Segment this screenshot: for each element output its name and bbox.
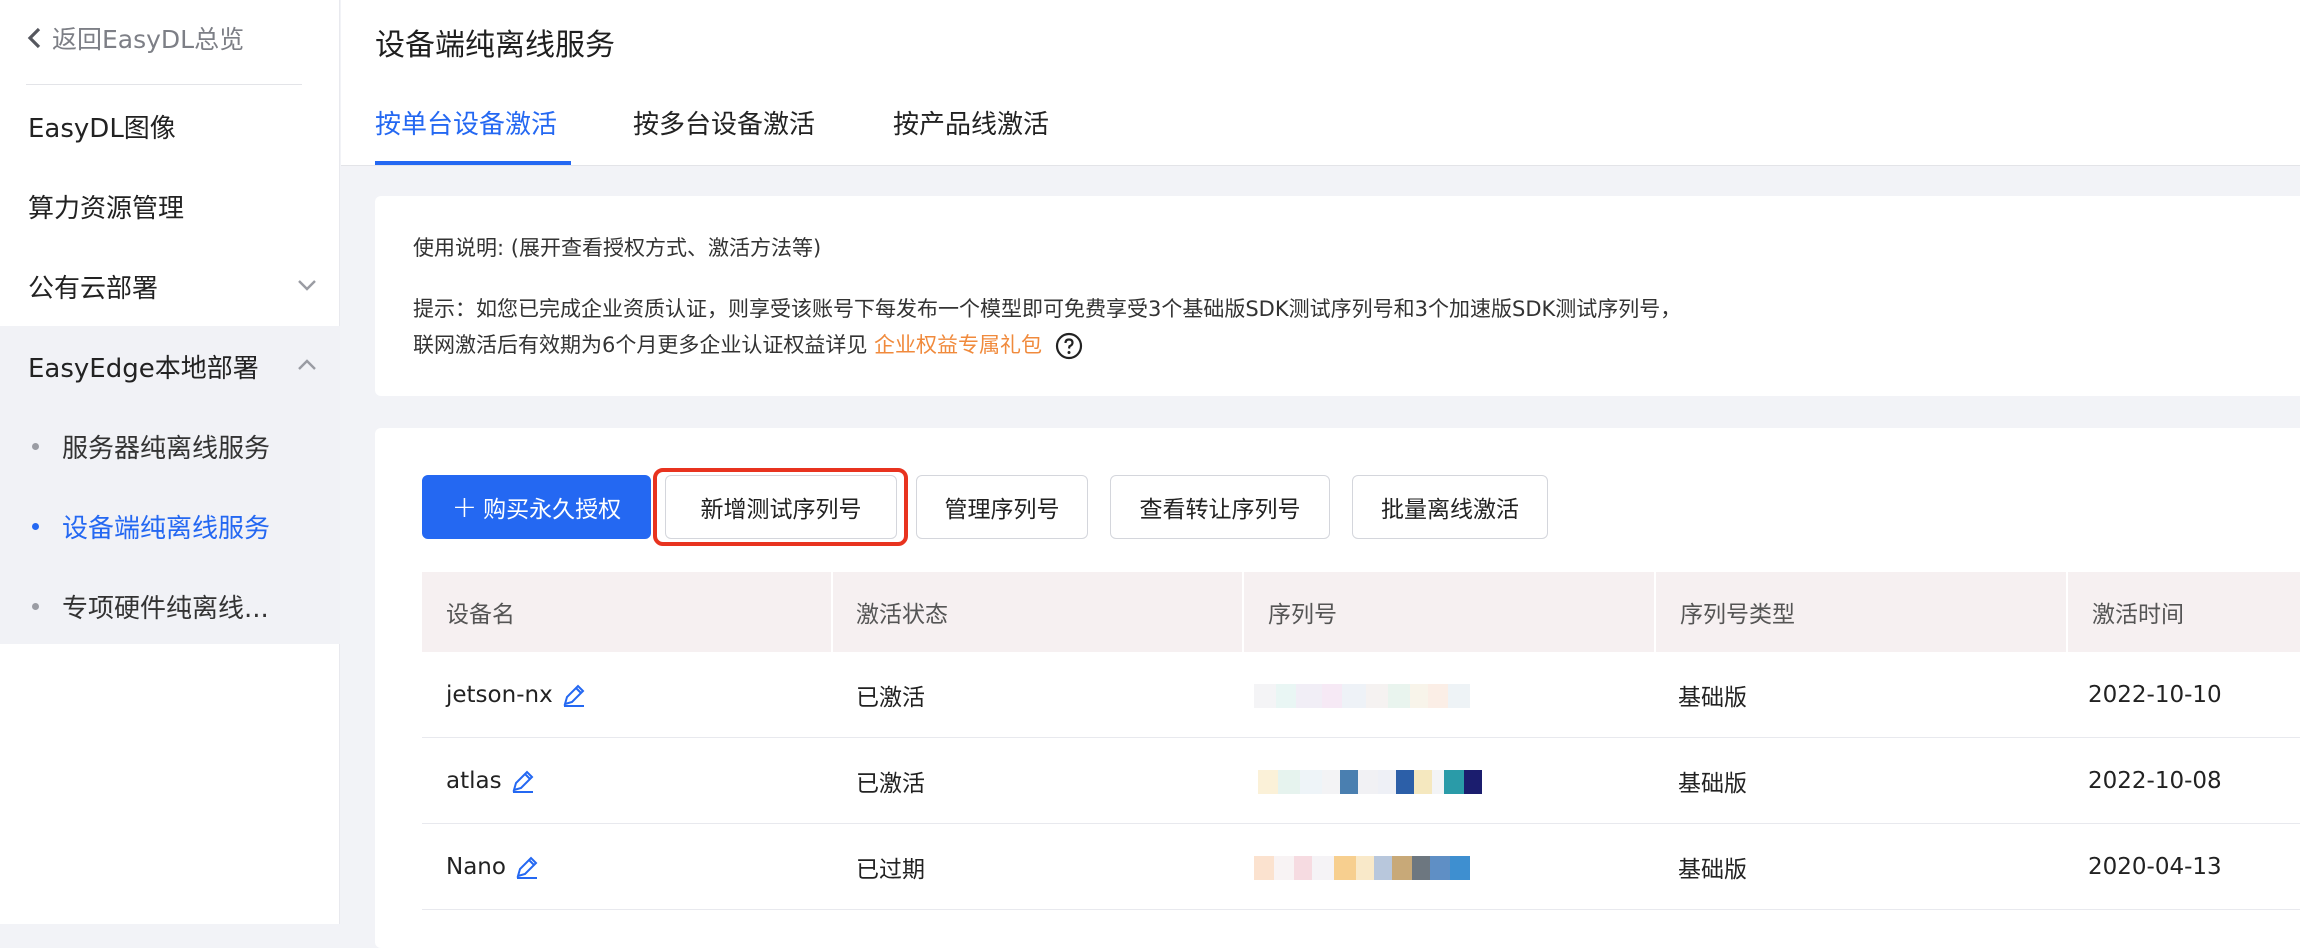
activation-time-cell: 2022-10-10 bbox=[2088, 682, 2222, 708]
column-divider bbox=[1242, 572, 1244, 652]
help-icon[interactable] bbox=[1055, 332, 1083, 360]
info-card: 使用说明: (展开查看授权方式、激活方法等) 提示：如您已完成企业资质认证，则享… bbox=[375, 196, 2300, 396]
sidebar-subitem-device-offline[interactable]: 设备端纯离线服务 bbox=[0, 486, 340, 566]
sidebar-item-label: EasyDL图像 bbox=[28, 113, 176, 144]
column-header-status: 激活状态 bbox=[856, 602, 948, 628]
sidebar-item-easyedge-local-deploy[interactable]: EasyEdge本地部署 bbox=[0, 326, 340, 406]
view-transfer-serial-label: 查看转让序列号 bbox=[1139, 497, 1301, 523]
sidebar-subitem-label: 设备端纯离线服务 bbox=[62, 513, 271, 544]
view-transfer-serial-button[interactable]: 查看转让序列号 bbox=[1110, 475, 1330, 539]
bullet-dot bbox=[32, 603, 39, 610]
edit-icon[interactable] bbox=[510, 768, 536, 794]
column-header-device-name: 设备名 bbox=[446, 602, 515, 628]
table-header: 设备名 激活状态 序列号 序列号类型 激活时间 bbox=[422, 572, 2300, 652]
table-row: atlas 已激活 基础版 2022-10-08 bbox=[422, 738, 2300, 824]
sidebar-item-easydl-image[interactable]: EasyDL图像 bbox=[0, 86, 340, 166]
serial-type-cell: 基础版 bbox=[1678, 857, 1747, 883]
tab-product-line[interactable]: 按产品线激活 bbox=[893, 104, 1049, 166]
enterprise-benefits-link[interactable]: 企业权益专属礼包 bbox=[874, 333, 1042, 357]
activation-time-cell: 2022-10-08 bbox=[2088, 768, 2222, 794]
sidebar: 返回EasyDL总览 EasyDL图像 算力资源管理 公有云部署 EasyEdg… bbox=[0, 0, 340, 924]
manage-serial-label: 管理序列号 bbox=[944, 497, 1060, 523]
sidebar-item-label: 公有云部署 bbox=[28, 273, 159, 304]
manage-serial-button[interactable]: 管理序列号 bbox=[916, 475, 1088, 539]
column-header-serial: 序列号 bbox=[1268, 602, 1337, 628]
device-name-cell: atlas bbox=[446, 738, 536, 824]
sidebar-subitem-label: 服务器纯离线服务 bbox=[62, 433, 271, 464]
sidebar-subitem-label: 专项硬件纯离线... bbox=[62, 593, 269, 624]
column-divider bbox=[1654, 572, 1656, 652]
bullet-dot bbox=[32, 443, 39, 450]
tab-single-device[interactable]: 按单台设备激活 bbox=[375, 104, 557, 166]
back-link-label: 返回EasyDL总览 bbox=[52, 25, 245, 54]
edit-icon[interactable] bbox=[514, 854, 540, 880]
sidebar-item-public-cloud-deploy[interactable]: 公有云部署 bbox=[0, 246, 340, 326]
tab-multi-device[interactable]: 按多台设备激活 bbox=[633, 104, 815, 166]
status-cell: 已过期 bbox=[856, 857, 925, 883]
chevron-down-icon bbox=[298, 280, 316, 291]
device-name-cell: jetson-nx bbox=[446, 652, 587, 738]
sidebar-subitem-special-hardware[interactable]: 专项硬件纯离线... bbox=[0, 566, 340, 646]
back-link[interactable]: 返回EasyDL总览 bbox=[26, 18, 244, 58]
serial-redacted bbox=[1254, 856, 1470, 880]
device-name: atlas bbox=[446, 768, 502, 794]
bullet-dot bbox=[32, 523, 39, 530]
column-divider bbox=[831, 572, 833, 652]
serial-type-cell: 基础版 bbox=[1678, 771, 1747, 797]
table-row: jetson-nx 已激活 基础版 2022-10-10 bbox=[422, 652, 2300, 738]
activation-time-cell: 2020-04-13 bbox=[2088, 854, 2222, 880]
tip-text-line1: 提示：如您已完成企业资质认证，则享受该账号下每发布一个模型即可免费享受3个基础版… bbox=[413, 297, 1682, 321]
tip-text-line2-label: 联网激活后有效期为6个月更多企业认证权益详见 bbox=[413, 333, 868, 357]
page-header: 设备端纯离线服务 按单台设备激活 按多台设备激活 按产品线激活 bbox=[341, 0, 2300, 166]
device-name: Nano bbox=[446, 854, 506, 880]
active-tab-indicator bbox=[375, 161, 571, 165]
sidebar-item-label: EasyEdge本地部署 bbox=[28, 353, 259, 384]
column-header-activation-time: 激活时间 bbox=[2092, 602, 2184, 628]
chevron-left-icon bbox=[27, 27, 41, 49]
buy-license-label: 购买永久授权 bbox=[483, 497, 622, 523]
plus-icon: + bbox=[451, 489, 478, 525]
sidebar-subitem-server-offline[interactable]: 服务器纯离线服务 bbox=[0, 406, 340, 486]
highlight-annotation bbox=[653, 468, 908, 546]
serial-redacted bbox=[1258, 770, 1482, 794]
device-name-cell: Nano bbox=[446, 824, 540, 910]
column-divider bbox=[2066, 572, 2068, 652]
serial-redacted bbox=[1254, 684, 1470, 708]
tip-text-line2: 联网激活后有效期为6个月更多企业认证权益详见 企业权益专属礼包 bbox=[413, 329, 1083, 360]
status-cell: 已激活 bbox=[856, 685, 925, 711]
table-row: Nano 已过期 基础版 2020-04-13 bbox=[422, 824, 2300, 910]
sidebar-item-label: 算力资源管理 bbox=[28, 193, 185, 224]
serial-type-cell: 基础版 bbox=[1678, 685, 1747, 711]
sidebar-item-compute-resources[interactable]: 算力资源管理 bbox=[0, 166, 340, 246]
edit-icon[interactable] bbox=[561, 682, 587, 708]
divider bbox=[26, 84, 302, 85]
device-name: jetson-nx bbox=[446, 682, 553, 708]
chevron-up-icon bbox=[298, 359, 316, 370]
batch-offline-activate-label: 批量离线激活 bbox=[1381, 497, 1519, 523]
page-title: 设备端纯离线服务 bbox=[375, 28, 615, 63]
batch-offline-activate-button[interactable]: 批量离线激活 bbox=[1352, 475, 1548, 539]
status-cell: 已激活 bbox=[856, 771, 925, 797]
column-header-serial-type: 序列号类型 bbox=[1680, 602, 1795, 628]
buy-license-button[interactable]: + 购买永久授权 bbox=[422, 475, 651, 539]
usage-toggle[interactable]: 使用说明: (展开查看授权方式、激活方法等) bbox=[413, 232, 821, 262]
